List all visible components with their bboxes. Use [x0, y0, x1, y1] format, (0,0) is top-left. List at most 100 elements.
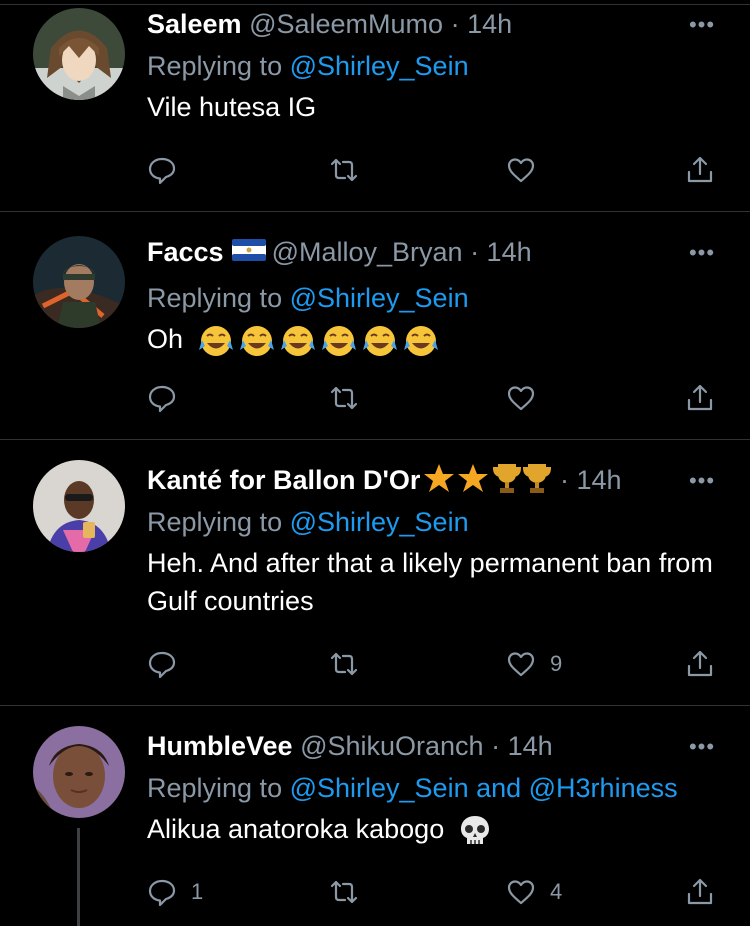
share-icon [687, 878, 713, 905]
more-options-icon[interactable]: ••• [684, 240, 720, 265]
replying-to: Replying to @Shirley_Sein and @H3rhiness [147, 770, 730, 806]
mention-link[interactable]: @Shirley_Sein and @H3rhiness [290, 773, 678, 803]
more-options-icon[interactable]: ••• [684, 734, 720, 759]
face-with-tears-of-joy-icon [321, 325, 356, 356]
like-count: 9 [550, 651, 563, 676]
tweet-header: Faccs @Malloy_Bryan · 14h [147, 234, 730, 274]
like-count: 4 [550, 879, 563, 904]
tweet[interactable]: Kanté for Ballon D'Or · 14h Replying to … [0, 440, 750, 706]
like-button[interactable]: 4 [506, 874, 562, 910]
action-bar [147, 152, 727, 188]
retweet-icon [330, 158, 358, 182]
mention-link[interactable]: @Shirley_Sein [290, 283, 469, 313]
emoji-row [198, 324, 445, 356]
share-button[interactable] [685, 646, 715, 682]
reply-button[interactable] [147, 646, 191, 682]
tweet-header: Saleem @SaleemMumo · 14h [147, 6, 730, 42]
timestamp[interactable]: · 14h [491, 731, 553, 761]
share-icon [687, 384, 713, 411]
like-button[interactable] [506, 380, 550, 416]
retweet-icon [330, 386, 358, 410]
retweet-icon [330, 652, 358, 676]
action-bar: 1 4 [147, 874, 727, 910]
star-icon [458, 464, 489, 492]
heart-icon [507, 386, 535, 411]
tweet[interactable]: Saleem @SaleemMumo · 14h Replying to @Sh… [0, 0, 750, 212]
replying-to-label: Replying to [147, 773, 290, 803]
mention-link[interactable]: @Shirley_Sein [290, 51, 469, 81]
replying-to: Replying to @Shirley_Sein [147, 504, 730, 540]
soldier-game-avatar-icon [33, 236, 125, 328]
display-name[interactable]: Saleem [147, 9, 242, 39]
avatar[interactable] [33, 460, 125, 552]
skull-icon [460, 815, 489, 844]
heart-icon [507, 158, 535, 183]
reply-button[interactable]: 1 [147, 874, 203, 910]
person-photo-avatar-icon [33, 460, 125, 552]
share-icon [687, 650, 713, 677]
trophy-icon [493, 464, 522, 493]
thread-connector-line [77, 828, 80, 926]
person-selfie-avatar-icon [33, 726, 125, 818]
trophy-icon [523, 464, 552, 493]
user-handle[interactable]: @SaleemMumo [249, 9, 443, 39]
display-name[interactable]: Kanté for Ballon D'Or [147, 465, 420, 495]
mention-link[interactable]: @Shirley_Sein [290, 507, 469, 537]
more-options-icon[interactable]: ••• [684, 12, 720, 37]
replying-to-label: Replying to [147, 51, 290, 81]
tweet-header: Kanté for Ballon D'Or · 14h [147, 462, 730, 498]
more-options-icon[interactable]: ••• [684, 468, 720, 493]
reply-count: 1 [191, 879, 204, 904]
tweet-text: Vile hutesa IG [147, 92, 317, 122]
heart-icon [507, 652, 535, 677]
replying-to-label: Replying to [147, 283, 290, 313]
retweet-button[interactable] [329, 646, 359, 682]
retweet-icon [330, 880, 358, 904]
avatar[interactable] [33, 8, 125, 100]
action-bar: 9 [147, 646, 727, 682]
display-name[interactable]: Faccs [147, 237, 224, 267]
share-button[interactable] [685, 380, 715, 416]
tweet-header: HumbleVee @ShikuOranch · 14h [147, 728, 730, 764]
display-name[interactable]: HumbleVee [147, 731, 293, 761]
face-with-tears-of-joy-icon [280, 325, 315, 356]
retweet-button[interactable] [329, 874, 359, 910]
reply-button[interactable] [147, 152, 191, 188]
reply-button[interactable] [147, 380, 191, 416]
user-handle[interactable]: @Malloy_Bryan [272, 237, 463, 267]
reply-icon [148, 879, 176, 907]
timestamp[interactable]: · 14h [451, 9, 513, 39]
face-with-tears-of-joy-icon [403, 325, 438, 356]
tweet-text: Heh. And after that a likely permanent b… [147, 548, 713, 616]
star-icon [424, 464, 455, 492]
avatar[interactable] [33, 236, 125, 328]
share-icon [687, 156, 713, 183]
retweet-button[interactable] [329, 380, 359, 416]
tweet[interactable]: HumbleVee @ShikuOranch · 14h Replying to… [0, 706, 750, 926]
replying-to-label: Replying to [147, 507, 290, 537]
retweet-button[interactable] [329, 152, 359, 188]
share-button[interactable] [685, 152, 715, 188]
face-with-tears-of-joy-icon [362, 325, 397, 356]
action-bar [147, 380, 727, 416]
tweet[interactable]: Faccs @Malloy_Bryan · 14h Replying to @Sh… [0, 212, 750, 440]
tweet-text: Alikua anatoroka kabogo [147, 810, 730, 848]
tweet-text-content: Oh [147, 324, 184, 354]
replying-to: Replying to @Shirley_Sein [147, 48, 730, 84]
timestamp[interactable]: · 14h [470, 237, 532, 267]
face-with-tears-of-joy-icon [198, 325, 233, 356]
avatar[interactable] [33, 726, 125, 818]
tweet-text-content: Alikua anatoroka kabogo [147, 814, 445, 844]
user-handle[interactable]: @ShikuOranch [300, 731, 484, 761]
like-button[interactable]: 9 [506, 646, 562, 682]
reply-icon [148, 651, 176, 679]
face-with-tears-of-joy-icon [239, 325, 274, 356]
reply-icon [148, 385, 176, 413]
timestamp[interactable]: · 14h [560, 465, 622, 495]
tweet-text: Oh [147, 320, 730, 358]
reply-icon [148, 157, 176, 185]
share-button[interactable] [685, 874, 715, 910]
anime-character-avatar-icon [33, 8, 125, 100]
like-button[interactable] [506, 152, 550, 188]
heart-icon [507, 880, 535, 905]
